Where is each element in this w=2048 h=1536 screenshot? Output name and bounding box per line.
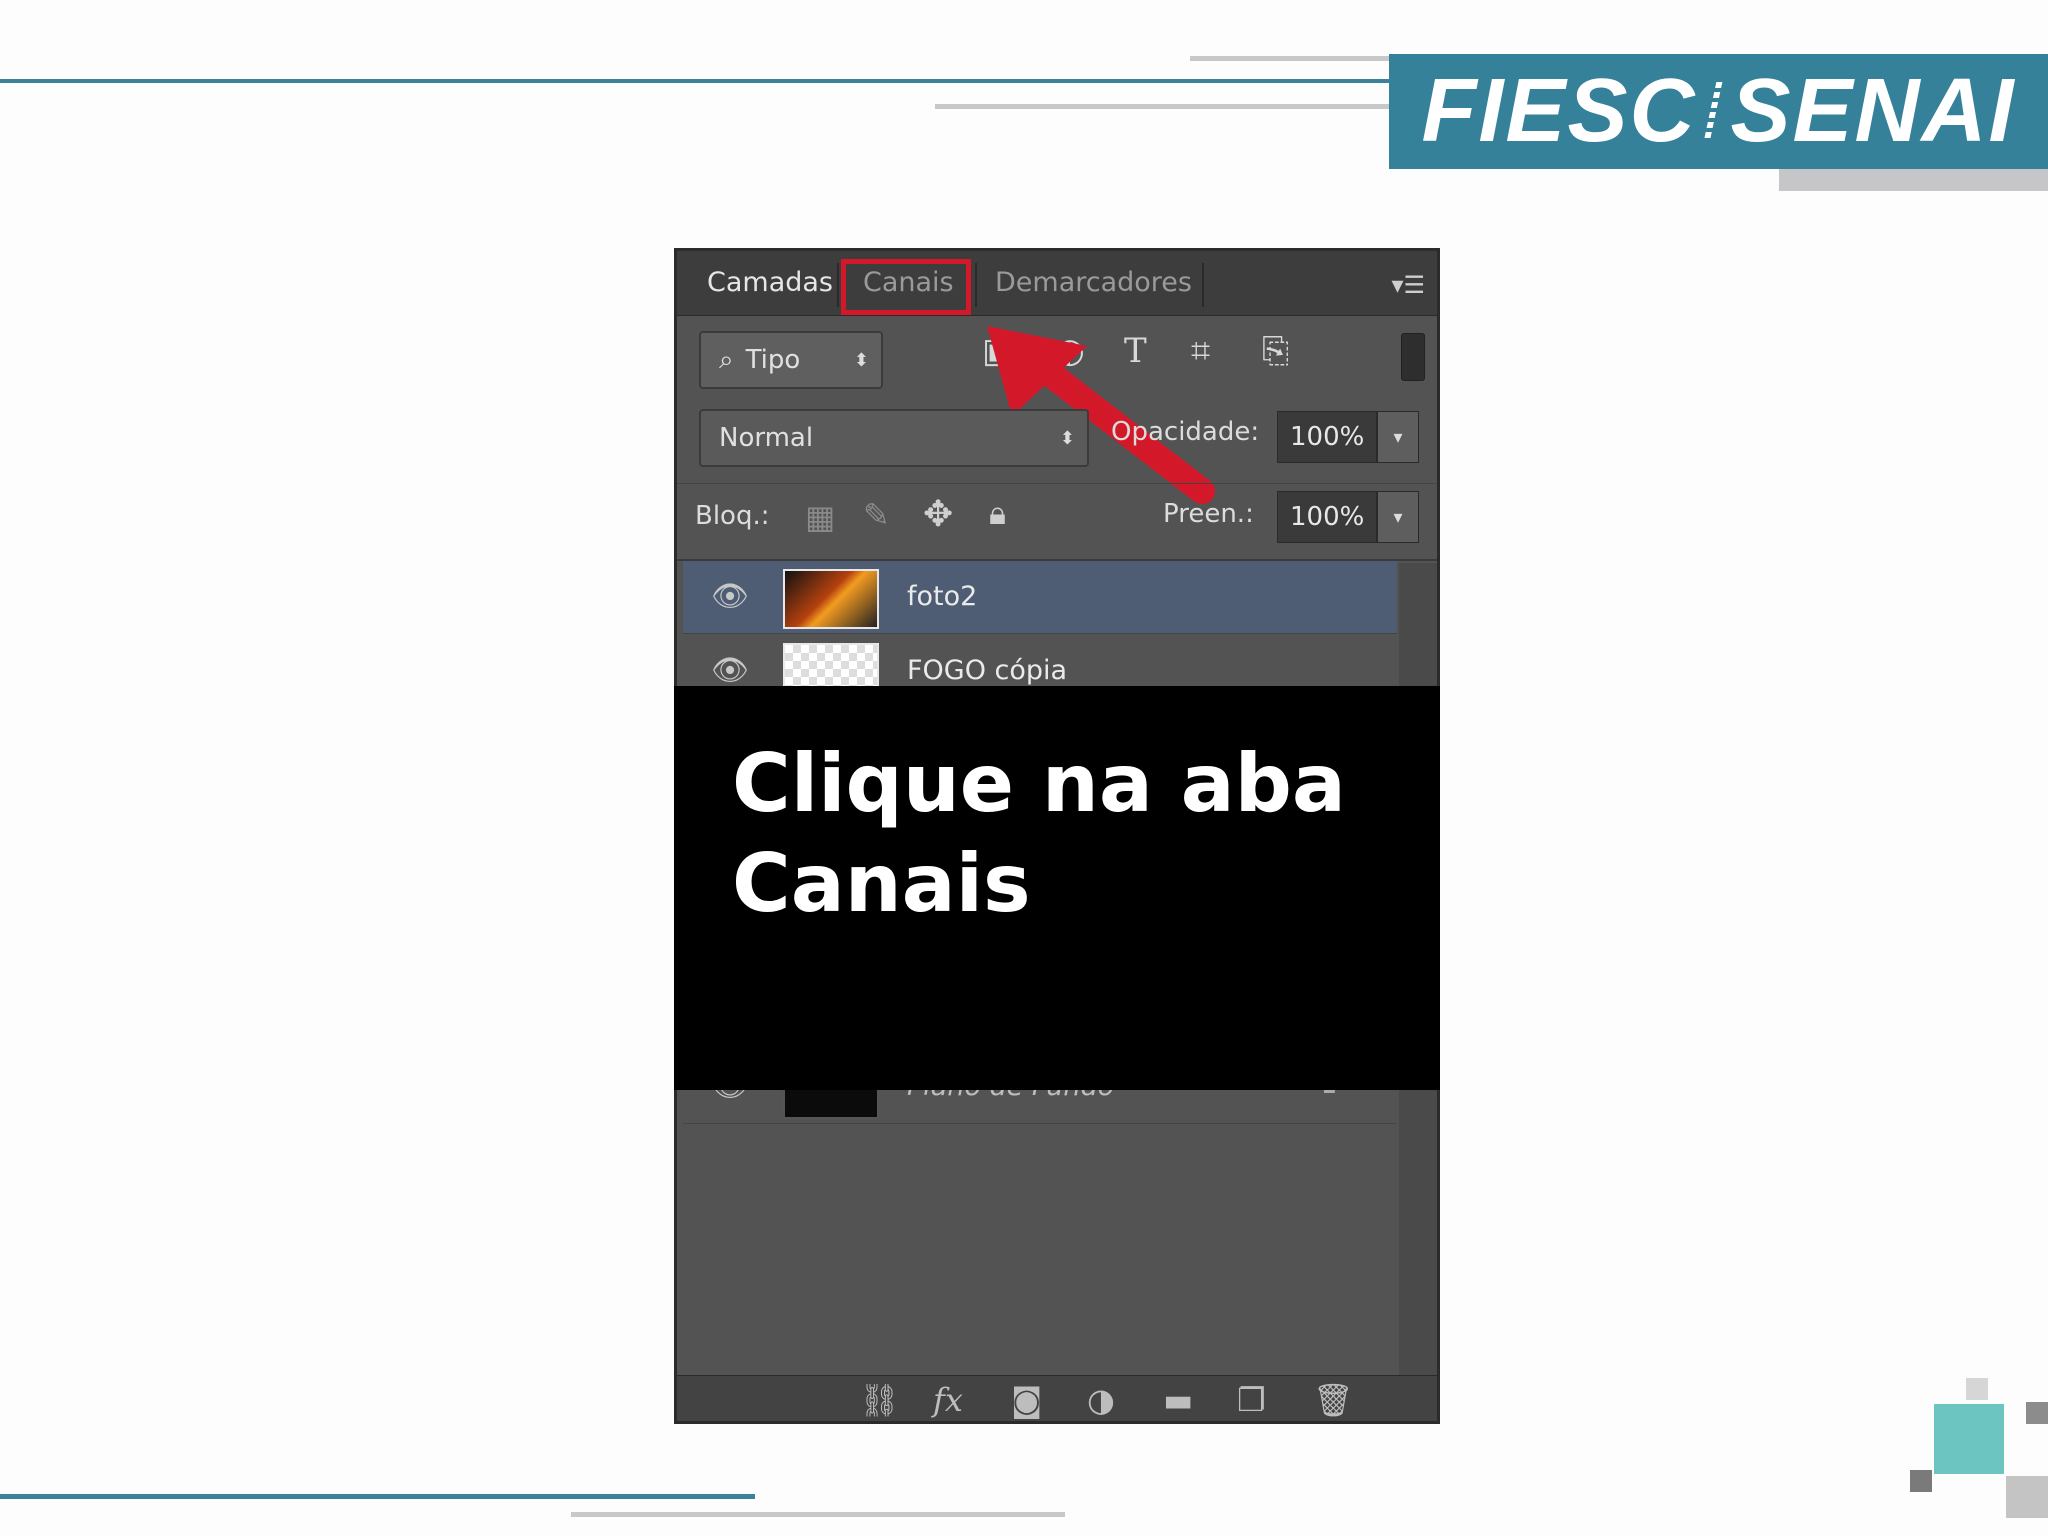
filter-kind-label: Tipo bbox=[745, 345, 801, 375]
corner-square-teal bbox=[1934, 1404, 2004, 1474]
corner-square-dark-2 bbox=[1910, 1470, 1932, 1492]
opacity-label: Opacidade: bbox=[1111, 417, 1260, 447]
tab-divider bbox=[1202, 263, 1204, 307]
top-gray-line-1 bbox=[1190, 56, 1389, 61]
layer-name: foto2 bbox=[907, 581, 978, 612]
fill-input[interactable]: 100% bbox=[1277, 491, 1377, 543]
corner-square-light bbox=[1966, 1378, 1988, 1400]
top-teal-line bbox=[0, 79, 1389, 83]
logo-senai: SENAI bbox=[1730, 61, 2016, 161]
fiesc-senai-logo: FIESC SENAI bbox=[1389, 54, 2048, 169]
blend-mode-value: Normal bbox=[719, 423, 814, 453]
fx-icon[interactable]: fx bbox=[933, 1381, 963, 1419]
tab-divider bbox=[975, 263, 977, 307]
logo-fiesc: FIESC bbox=[1421, 61, 1697, 161]
lock-move-icon[interactable]: ✥ bbox=[923, 494, 953, 535]
instruction-overlay: Clique na aba Canais bbox=[674, 686, 1440, 1090]
fill-label: Preen.: bbox=[1163, 499, 1254, 529]
bottom-gray-line bbox=[571, 1512, 1065, 1517]
opacity-value: 100% bbox=[1290, 422, 1365, 452]
lock-transparency-icon[interactable]: ▦ bbox=[805, 498, 835, 536]
bottom-teal-line bbox=[0, 1494, 755, 1499]
instruction-line-2: Canais bbox=[732, 837, 1031, 930]
corner-square-gray bbox=[2006, 1476, 2048, 1518]
canais-highlight-box bbox=[841, 259, 971, 315]
folder-icon[interactable]: ▬ bbox=[1163, 1381, 1193, 1419]
panel-menu-icon[interactable]: ▾☰ bbox=[1391, 271, 1425, 299]
instruction-text: Clique na aba Canais bbox=[732, 734, 1412, 934]
fill-value: 100% bbox=[1290, 502, 1365, 532]
tab-divider bbox=[837, 263, 839, 307]
fill-dropdown-button[interactable]: ▾ bbox=[1377, 491, 1419, 543]
top-gray-line-2 bbox=[935, 104, 1389, 109]
lock-row-divider bbox=[677, 483, 1437, 484]
search-icon: ⌕ bbox=[719, 344, 734, 375]
stepper-icon: ⬍ bbox=[1059, 427, 1075, 449]
opacity-dropdown-button[interactable]: ▾ bbox=[1377, 411, 1419, 463]
opacity-input[interactable]: 100% bbox=[1277, 411, 1377, 463]
stepper-icon: ⬍ bbox=[853, 349, 869, 371]
adjustment-icon[interactable]: ◑ bbox=[1087, 1381, 1115, 1419]
logo-shadow-bar bbox=[1779, 169, 2048, 191]
trash-icon[interactable]: 🗑︎ bbox=[1313, 1381, 1354, 1419]
tab-demarcadores[interactable]: Demarcadores bbox=[995, 267, 1192, 298]
layer-row-foto2[interactable]: 👁︎ foto2 bbox=[683, 561, 1397, 634]
lock-label: Bloq.: bbox=[695, 501, 770, 531]
layer-name: FOGO cópia bbox=[907, 655, 1068, 686]
layer-thumbnail bbox=[783, 569, 879, 629]
blend-mode-select[interactable]: Normal ⬍ bbox=[699, 409, 1089, 467]
filter-kind-select[interactable]: ⌕ Tipo ⬍ bbox=[699, 331, 883, 389]
tab-camadas[interactable]: Camadas bbox=[707, 267, 833, 298]
visibility-eye-icon[interactable]: 👁︎ bbox=[711, 579, 749, 614]
smart-object-filter-icon[interactable]: ⎘ bbox=[1262, 331, 1289, 371]
panel-tab-bar: Camadas Canais Demarcadores ▾☰ bbox=[677, 251, 1437, 316]
new-layer-icon[interactable]: ❐ bbox=[1237, 1381, 1266, 1419]
link-icon[interactable]: ⛓ bbox=[859, 1381, 900, 1419]
lock-all-icon[interactable]: 🔒︎ bbox=[989, 494, 1006, 533]
corner-square-dark-1 bbox=[2026, 1402, 2048, 1424]
visibility-eye-icon[interactable]: 👁︎ bbox=[711, 653, 749, 688]
mask-icon[interactable]: ◙ bbox=[1011, 1381, 1042, 1419]
logo-separator bbox=[1704, 81, 1723, 142]
lock-brush-icon[interactable]: ✎ bbox=[863, 496, 890, 534]
instruction-line-1: Clique na aba bbox=[732, 737, 1346, 830]
filter-toggle-switch[interactable] bbox=[1401, 333, 1425, 381]
